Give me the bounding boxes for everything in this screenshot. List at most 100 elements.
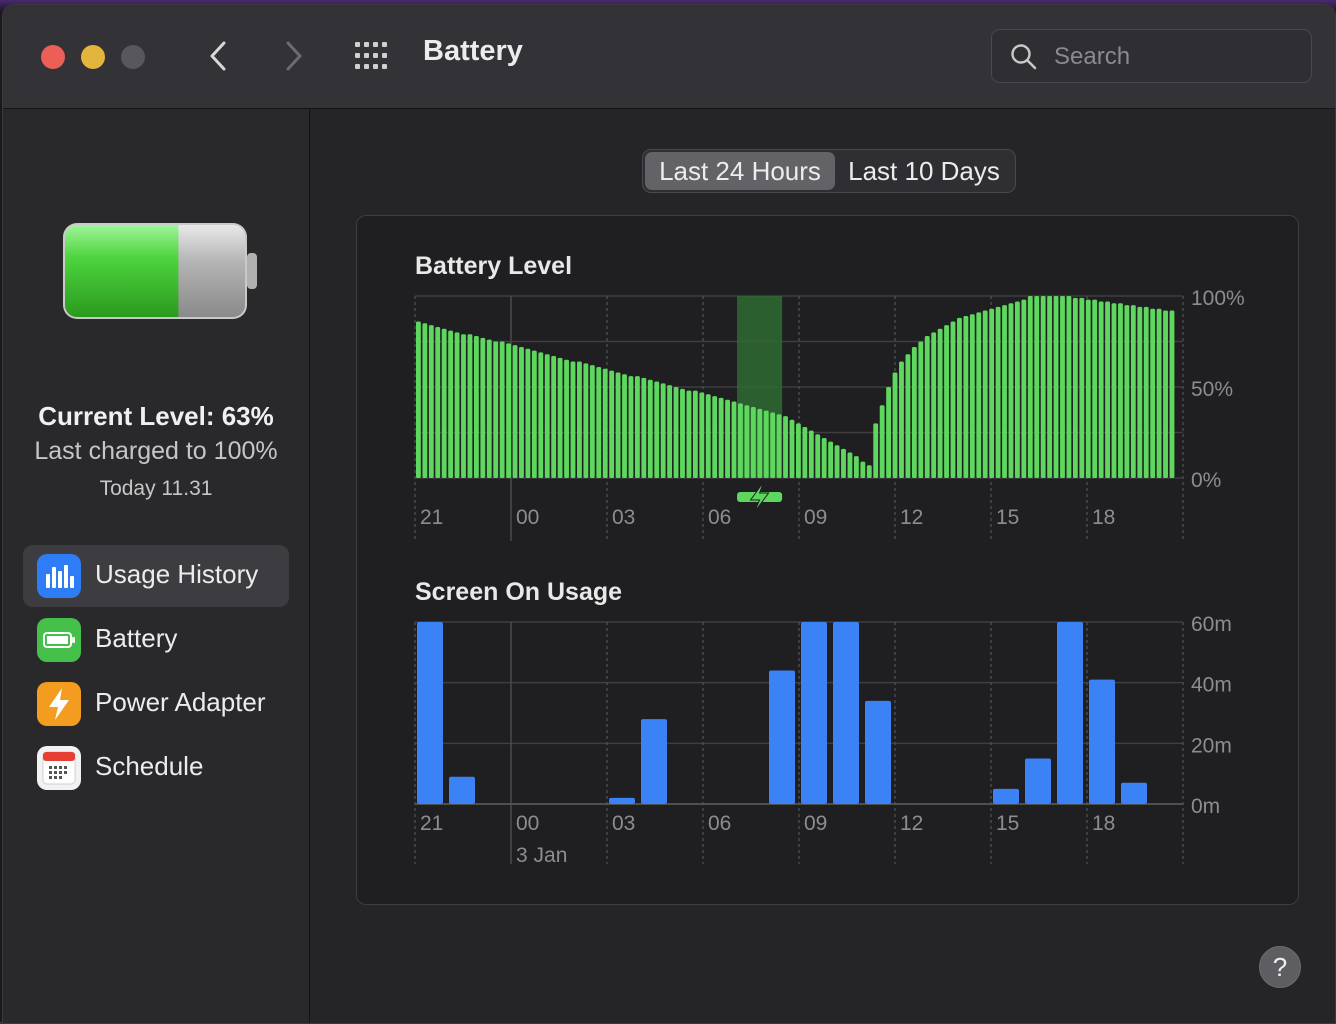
y-tick-label: 40m [1191,674,1232,697]
search-field[interactable] [991,29,1312,83]
battery-level-bar [1008,303,1014,478]
battery-level-bar [589,365,595,478]
calendar-icon [37,746,81,790]
x-tick-label: 21 [420,506,443,529]
sidebar-item-battery[interactable]: Battery [23,609,289,671]
battery-level-bar [989,308,995,478]
battery-level-chart: 100% 50% 0% 21 00 03 06 09 12 15 18 [414,287,1245,541]
sidebar-item-usage-history[interactable]: Usage History [23,545,289,607]
show-all-button[interactable] [353,39,391,73]
x-tick-label: 15 [996,506,1019,529]
main-content: Last 24 Hours Last 10 Days Battery Level… [310,109,1335,1023]
minimize-window-button[interactable] [81,45,105,69]
battery-level-bar [634,376,640,478]
usage-history-panel: Battery Level 100% 50% 0% 21 00 03 06 09 12 15 18 … [356,215,1299,905]
x-tick-label: 00 [516,506,539,529]
battery-level-bar [506,343,512,478]
x-tick-label: 18 [1092,506,1115,529]
battery-level-bar [654,381,660,478]
battery-level-bar [860,461,866,478]
back-button[interactable] [199,33,239,79]
battery-level-bar [1085,299,1091,478]
battery-level-bar [622,374,627,478]
battery-level-bar [783,416,788,478]
battery-level-bar [808,430,814,478]
battery-level-bar [886,387,892,478]
battery-level-bar [673,387,679,478]
battery-level-bar [763,410,769,478]
close-window-button[interactable] [41,45,65,69]
battery-level-bar [944,325,949,478]
x-tick-label: 03 [612,812,635,835]
current-level-text: Current Level: 63% [38,401,274,431]
battery-level-bar [416,321,421,478]
battery-level-bar [796,423,801,478]
battery-level-bar [531,350,537,478]
battery-level-icon [63,223,257,319]
search-input[interactable] [1052,40,1296,74]
lightning-icon [37,682,81,726]
sidebar-item-schedule[interactable]: Schedule [23,737,289,799]
x-tick-label: 12 [900,506,923,529]
battery-level-bar [699,392,705,478]
battery-level-bar [686,390,692,478]
battery-level-bar [950,321,956,478]
battery-level-bar [570,361,576,478]
battery-level-bar [821,437,827,478]
battery-level-bar [815,434,821,478]
forward-button[interactable] [273,33,313,79]
y-tick-label: 60m [1191,613,1232,636]
battery-level-bar [641,377,647,478]
battery-level-bar [441,328,447,478]
battery-level-bar [448,330,454,478]
battery-level-bar [557,357,563,478]
x-tick-label: 06 [708,506,731,529]
battery-level-bar [1163,310,1168,478]
battery-level-bar [1098,301,1104,478]
x-tick-label: 12 [900,812,923,835]
battery-level-bar [525,348,531,478]
screen-usage-bar [1089,679,1115,804]
battery-level-bar [866,465,872,478]
zoom-window-button[interactable] [121,45,145,69]
system-preferences-window: Battery Search Current Level: 63% Last c… [2,4,1336,1024]
battery-level-bar [757,408,763,478]
battery-level-bar [1014,301,1020,478]
battery-level-bar [1053,296,1059,478]
battery-level-bar [519,346,524,478]
battery-level-bar [931,332,937,478]
sidebar-item-label: Battery [95,623,178,653]
battery-level-bar [750,407,756,478]
battery-level-bar [1034,296,1040,478]
tab-last-10-days[interactable]: Last 10 Days [835,152,1013,190]
battery-level-bar [1040,296,1046,478]
sidebar-item-power-adapter[interactable]: Power Adapter [23,673,289,735]
battery-level-bar [692,390,698,478]
battery-level-bar [1021,299,1027,478]
x-tick-label: 21 [420,812,443,835]
tab-last-24-hours[interactable]: Last 24 Hours [645,152,835,190]
battery-level-bar [454,332,460,478]
battery-level-bar [602,368,608,478]
battery-level-bar [789,419,795,478]
last-charged-text: Last charged to 100% [34,437,278,465]
battery-level-bar [577,361,582,478]
grid-icon [355,42,387,69]
battery-level-bar [995,306,1001,478]
battery-level-bar [615,372,621,478]
battery-level-bar [473,336,479,478]
battery-level-bar [725,399,730,478]
battery-level-bar [667,385,673,478]
battery-level-bar [1072,297,1078,478]
battery-level-bar [718,397,724,478]
battery-level-bar [493,341,499,478]
battery-level-bar [538,352,544,478]
charging-bolt-icon [749,481,770,513]
screen-usage-bar [449,776,475,804]
screen-usage-bar [1121,782,1147,804]
battery-level-bar [937,328,943,478]
battery-level-bar [982,310,988,478]
chevron-right-icon [286,41,302,71]
screen-usage-bar [417,622,443,804]
help-button[interactable]: ? [1259,946,1301,988]
